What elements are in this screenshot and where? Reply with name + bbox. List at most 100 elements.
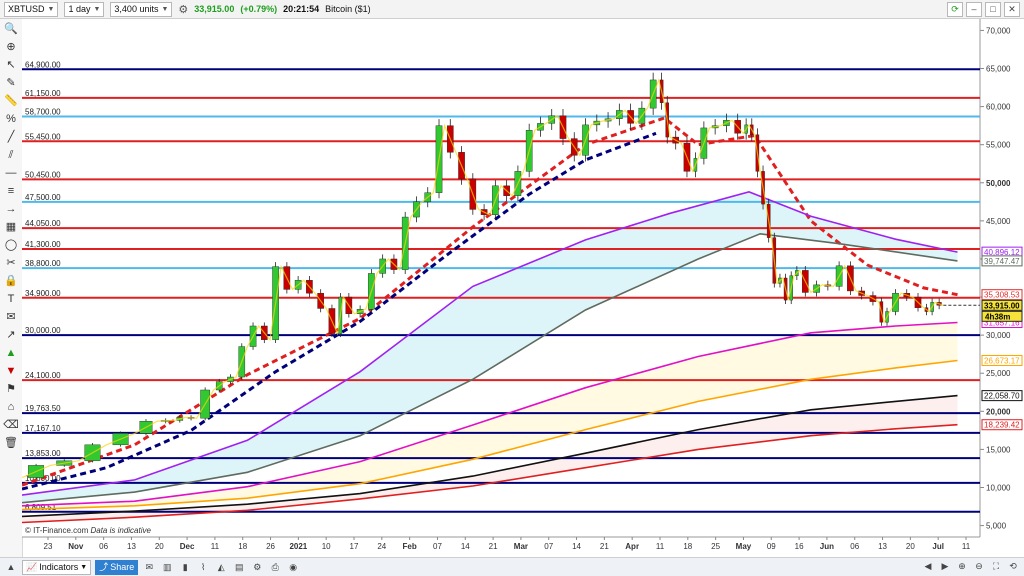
- zoom-area-icon[interactable]: ⊕: [2, 39, 20, 55]
- camera-icon[interactable]: ◉: [286, 561, 300, 574]
- y-tick-label: 20,000: [986, 407, 1011, 416]
- level-label: 30,000.00: [25, 326, 61, 335]
- x-tick-label: 09: [767, 542, 776, 551]
- refresh-icon[interactable]: ⟳: [947, 2, 963, 17]
- x-tick-label: 11: [211, 542, 220, 551]
- y-tick-label: 60,000: [986, 103, 1011, 112]
- x-tick-label: Apr: [625, 542, 639, 551]
- navigation-controls: ◀ ▶ ⊕ ⊖ ⛶ ⟲: [921, 560, 1020, 573]
- symbol-selector[interactable]: XBTUSD ▼: [4, 1, 59, 17]
- price-chart[interactable]: 70,00065,00060,00055,00050,00045,00040,0…: [22, 19, 1024, 557]
- timeframe-selector[interactable]: 1 day ▼: [64, 1, 105, 17]
- pencil-icon[interactable]: ✎: [2, 75, 20, 91]
- level-label: 47,500.00: [25, 193, 61, 202]
- x-tick-label: Mar: [514, 542, 528, 551]
- fit-icon[interactable]: ⛶: [989, 560, 1003, 573]
- scroll-right-icon[interactable]: ▶: [938, 560, 952, 573]
- y-axis: 70,00065,00060,00055,00050,00045,00040,0…: [979, 19, 1011, 537]
- x-tick-label: 21: [600, 542, 609, 551]
- magnet-icon[interactable]: ⌂: [2, 399, 20, 415]
- y-tick-label: 65,000: [986, 65, 1011, 74]
- trash-icon[interactable]: 🗑: [2, 435, 20, 451]
- channel-icon[interactable]: ⫽: [2, 147, 20, 163]
- level-label: 24,100.00: [25, 371, 61, 380]
- tools-icon[interactable]: ✂: [2, 255, 20, 271]
- percent-icon[interactable]: %: [2, 111, 20, 127]
- bottom-toolbar: ▲ 📈 Indicators ▼ ⤴ Share ✉ ▥ ▮ ⌇ ◭ ▤ ⚙ ⎙…: [0, 557, 1024, 576]
- cursor-icon[interactable]: ↖: [2, 57, 20, 73]
- text-icon[interactable]: T: [2, 291, 20, 307]
- line-chart-icon[interactable]: ⌇: [196, 561, 210, 574]
- alert-icon[interactable]: ⚑: [2, 381, 20, 397]
- ruler-icon[interactable]: 📏: [2, 93, 20, 109]
- level-label: 55,450.00: [25, 132, 61, 141]
- maximize-button[interactable]: □: [985, 2, 1001, 17]
- zoom-in-icon[interactable]: ⊕: [955, 560, 969, 573]
- grid-icon[interactable]: ▦: [2, 219, 20, 235]
- last-price: 33,915.00: [194, 4, 235, 14]
- x-axis: 23 Nov 06 13 20 Dec 11 18 26 2021 10 17 24 Feb 07 14 21 M…: [22, 536, 980, 551]
- share-icon: ⤴: [99, 561, 109, 572]
- x-tick-label: 11: [656, 542, 665, 551]
- y-tick-label: 55,000: [986, 141, 1011, 150]
- x-tick-label: 13: [127, 542, 136, 551]
- clock-time: 20:21:54: [283, 4, 320, 14]
- x-tick-label: Dec: [180, 542, 195, 551]
- y-tick-label: 5,000: [986, 522, 1007, 531]
- minimize-button[interactable]: –: [966, 2, 982, 17]
- price-change: (+0.79%): [240, 4, 278, 14]
- ray-icon[interactable]: →: [2, 201, 20, 217]
- level-label: 64,900.00: [25, 60, 61, 69]
- zoom-icon[interactable]: 🔍: [2, 21, 20, 37]
- y-tick-label: 50,000: [986, 179, 1011, 188]
- indicators-label: Indicators: [39, 561, 79, 572]
- trendline-icon[interactable]: ╱: [2, 129, 20, 145]
- price-badge-label: 35,308.53: [984, 291, 1020, 300]
- instrument-name: Bitcoin ($1): [325, 4, 371, 14]
- y-tick-label: 15,000: [986, 445, 1011, 454]
- y-tick-label: 30,000: [986, 331, 1011, 340]
- gear-icon[interactable]: ⚙: [178, 3, 188, 16]
- fibonacci-icon[interactable]: ≡: [2, 183, 20, 199]
- up-arrow-icon[interactable]: ▲: [2, 345, 20, 361]
- level-label: 61,150.00: [25, 89, 61, 98]
- x-tick-label: 23: [44, 542, 53, 551]
- level-label: 50,450.00: [25, 170, 61, 179]
- indicators-button[interactable]: 📈 Indicators ▼: [22, 559, 92, 575]
- level-label: 34,900.00: [25, 289, 61, 298]
- share-button[interactable]: ⤴ Share: [95, 559, 139, 575]
- x-tick-label: 14: [572, 542, 581, 551]
- eraser-icon[interactable]: ⌫: [2, 417, 20, 433]
- level-label: 58,700.00: [25, 108, 61, 117]
- candles-icon[interactable]: ▮: [178, 561, 192, 574]
- x-tick-label: 20: [155, 542, 164, 551]
- print-icon[interactable]: ⎙: [268, 561, 282, 574]
- lock-icon[interactable]: 🔒: [2, 273, 20, 289]
- settings-icon[interactable]: ⚙: [250, 561, 264, 574]
- bar-chart-icon[interactable]: ▥: [160, 561, 174, 574]
- email-icon[interactable]: ✉: [142, 561, 156, 574]
- note-icon[interactable]: ✉: [2, 309, 20, 325]
- x-tick-label: 24: [377, 542, 386, 551]
- reset-icon[interactable]: ⟲: [1006, 560, 1020, 573]
- scroll-up-icon[interactable]: ▲: [4, 561, 18, 574]
- down-arrow-icon[interactable]: ▼: [2, 363, 20, 379]
- scroll-left-icon[interactable]: ◀: [921, 560, 935, 573]
- table-icon[interactable]: ▤: [232, 561, 246, 574]
- indicators-icon: 📈: [26, 561, 38, 572]
- x-tick-label: 06: [99, 542, 108, 551]
- shapes-icon[interactable]: ◯: [2, 237, 20, 253]
- arrow-icon[interactable]: ↗: [2, 327, 20, 343]
- price-badge-label: 33,915.00: [984, 301, 1020, 310]
- level-label: 41,300.00: [25, 240, 61, 249]
- x-tick-label: 2021: [289, 542, 307, 551]
- timeframe-label: 1 day: [68, 3, 91, 14]
- zoom-out-icon[interactable]: ⊖: [972, 560, 986, 573]
- price-badge-label: 22,058.70: [984, 392, 1020, 401]
- units-selector[interactable]: 3,400 units ▼: [110, 1, 173, 17]
- chevron-down-icon: ▼: [80, 563, 88, 571]
- close-button[interactable]: ✕: [1004, 2, 1020, 17]
- horizontal-line-icon[interactable]: —: [2, 165, 20, 181]
- x-tick-label: 20: [906, 542, 915, 551]
- area-chart-icon[interactable]: ◭: [214, 561, 228, 574]
